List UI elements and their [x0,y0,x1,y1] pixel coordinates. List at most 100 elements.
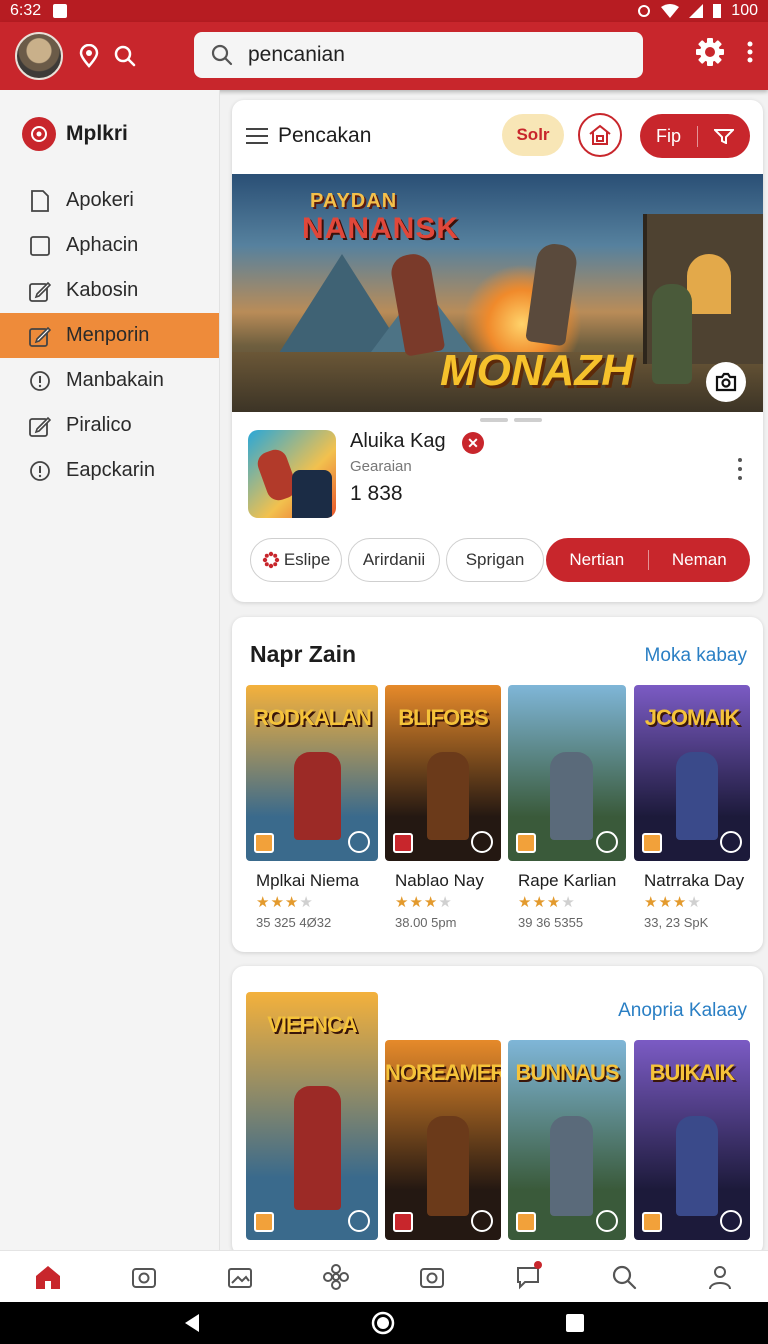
game-card[interactable]: BUNNAUS [508,1040,626,1240]
game-card[interactable]: NOREAMER [385,1040,501,1240]
game-card[interactable]: BLIFOBS Nablao Nay ★★★★ 38.00 5pm [385,685,501,930]
close-icon[interactable]: ✕ [462,432,484,454]
badge-icon [516,1212,536,1232]
play-icon[interactable] [720,831,742,853]
settings-gear-icon[interactable] [694,36,726,68]
camera-icon [715,372,737,392]
avatar[interactable] [15,32,63,80]
search-icon[interactable] [604,1257,644,1297]
play-icon[interactable] [596,1210,618,1232]
game-card[interactable]: BUIKAIK [634,1040,750,1240]
game-card[interactable]: JCOMAIK Natrraka Day ★★★★ 33, 23 SpK [634,685,750,930]
featured-app[interactable]: Aluika Kag ✕ Gearaian 1 838 [248,430,748,520]
game-thumbnail-title: BUNNAUS [515,1060,620,1085]
play-icon[interactable] [720,1210,742,1232]
game-thumbnail: BUIKAIK [634,1040,750,1240]
app-icon [248,430,336,518]
game-card[interactable]: RODKALAN Mplkai Niema ★★★★ 35 325 4Ø32 [246,685,378,930]
search-field-icon [211,44,233,66]
game-meta: 38.00 5pm [395,915,457,930]
chip-sprigan[interactable]: Sprigan [446,538,544,582]
game-name: Natrraka Day [644,871,745,890]
home-nav-icon[interactable] [371,1311,395,1335]
search-input[interactable] [248,43,608,67]
featured-banner[interactable]: PAYDAN NANANSK MONAZH [232,174,763,412]
sidebar-item-label: Piralico [66,414,132,436]
flower-icon[interactable] [316,1257,356,1297]
location-pin-icon[interactable] [71,38,107,74]
house-icon [589,124,611,145]
camera-icon-2[interactable] [412,1257,452,1297]
camera-icon[interactable] [124,1257,164,1297]
game-card[interactable]: Rape Karlian ★★★★ 39 36 5355 [508,685,626,930]
filter-button[interactable]: Fip [640,114,750,158]
play-icon[interactable] [471,1210,493,1232]
wifi-icon [661,4,680,18]
sidebar-item-apokeri[interactable]: Apokeri [0,178,219,223]
play-icon[interactable] [596,831,618,853]
sidebar-item-menporin[interactable]: Menporin [0,313,219,358]
more-vert-icon[interactable] [746,40,754,64]
chip-neman[interactable]: Neman [647,550,751,570]
status-bar: 6:32 100 [0,0,768,22]
badge-icon [393,833,413,853]
sidebar-item-label: Aphacin [66,234,139,256]
battery-icon [713,4,722,18]
game-thumbnail-title: BUIKAIK [649,1060,736,1085]
back-icon[interactable] [183,1313,201,1333]
search-bar[interactable] [194,32,643,78]
search-icon[interactable] [107,38,143,74]
home-button[interactable] [578,113,622,157]
play-icon[interactable] [348,831,370,853]
chat-icon[interactable] [508,1257,548,1297]
star-rating: ★★★★ [395,894,453,911]
game-thumbnail: VIEFNCA [246,992,378,1240]
game-thumbnail-title: VIEFNCA [267,1012,358,1037]
section-link[interactable]: Anopria Kalaay [618,1000,747,1022]
brand-logo-icon [22,117,56,151]
sidebar-item-label: Eapckarin [66,459,155,481]
profile-icon[interactable] [700,1257,740,1297]
sort-button[interactable]: Solr [502,114,564,156]
sidebar-item-label: Manbakain [66,369,164,391]
notification-badge [534,1260,542,1269]
play-icon[interactable] [348,1210,370,1232]
sidebar-item-aphacin[interactable]: Aphacin [0,223,219,268]
home-icon[interactable] [28,1257,68,1297]
status-time: 6:32 [10,2,42,19]
sidebar-item-label: Menporin [66,324,150,346]
chip-nertian[interactable]: Nertian [546,550,648,570]
sidebar-item-eapckarin[interactable]: Eapckarin [0,448,219,493]
game-meta: 33, 23 SpK [644,915,709,930]
game-thumbnail: JCOMAIK [634,685,750,861]
featured-title: Pencakan [278,124,372,147]
screenshot-button[interactable] [706,362,746,402]
brand-title: Mplkri [66,122,128,145]
sidebar-item-kabosin[interactable]: Kabosin [0,268,219,313]
chip-arirdanii[interactable]: Arirdanii [348,538,440,582]
game-thumbnail: BUNNAUS [508,1040,626,1240]
sidebar-item-manbakain[interactable]: Manbakain [0,358,219,403]
info-icon [28,459,52,483]
gallery-icon[interactable] [220,1257,260,1297]
game-thumbnail [508,685,626,861]
brand[interactable]: Mplkri [0,90,219,178]
filter-label: Fip [640,125,698,147]
section-link[interactable]: Moka kabay [645,645,747,667]
game-thumbnail-title: JCOMAIK [644,705,740,730]
play-icon[interactable] [471,831,493,853]
recents-icon[interactable] [565,1313,585,1333]
sidebar-item-piralico[interactable]: Piralico [0,403,219,448]
badge-icon [254,1212,274,1232]
battery-level: 100 [731,2,758,19]
edit-icon [28,279,52,303]
banner-title-top: PAYDAN [310,190,398,212]
square-icon [28,234,52,258]
menu-icon[interactable] [246,128,268,144]
chip-label: Sprigan [465,550,525,569]
game-card[interactable]: VIEFNCA [246,992,378,1240]
chip-eslipe[interactable]: Eslipe [250,538,342,582]
banner-title-mid: NANANSK [302,212,459,245]
more-vert-icon[interactable] [738,458,742,480]
chip-row: Eslipe Arirdanii Sprigan [250,538,544,582]
